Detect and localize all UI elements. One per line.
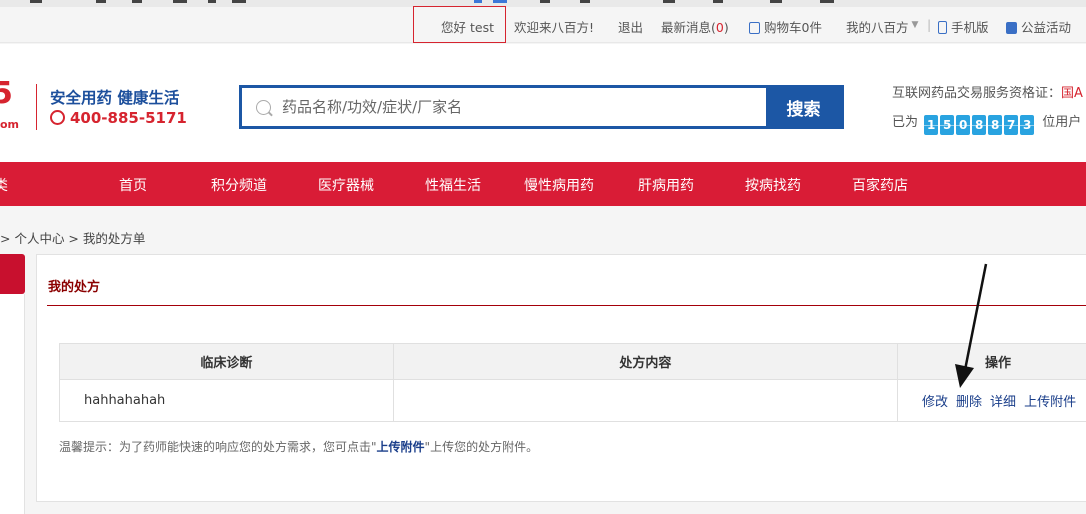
delete-link[interactable]: 删除 — [956, 395, 982, 410]
charity-link[interactable]: 公益活动 — [1006, 17, 1071, 36]
diagnosis-cell: hahhahahah — [59, 379, 394, 422]
main-nav: 类 首页 积分频道 医疗器械 性福生活 慢性病用药 肝病用药 按病找药 百家药店 — [0, 162, 1086, 206]
charity-icon — [1006, 22, 1017, 34]
annotation-arrow — [955, 263, 988, 388]
news-link[interactable]: 最新消息(0) — [661, 17, 729, 36]
tip-upload-link[interactable]: 上传附件 — [377, 440, 425, 454]
page-title: 我的处方 — [48, 280, 101, 295]
table-row: hahhahahah 修改 删除 详细 上传附件 — [59, 379, 1086, 422]
my-account-menu[interactable]: 我的八百方 ▼ — [846, 17, 918, 36]
digit: 5 — [940, 115, 955, 135]
served-counter: 已为 1508873 位用户 — [892, 111, 1081, 135]
digit: 1 — [924, 115, 939, 135]
logout-link[interactable]: 退出 — [618, 17, 643, 36]
served-digits: 1508873 — [924, 115, 1036, 135]
upload-attachment-link[interactable]: 上传附件 — [1024, 395, 1076, 410]
welcome-text: 欢迎来八百方! — [514, 20, 595, 35]
nav-item-pharmacies[interactable]: 百家药店 — [852, 175, 908, 195]
prescription-panel: 我的处方 临床诊断 处方内容 操作 hahhahahah 修改 删除 详细 上传附件 … — [36, 254, 1086, 502]
digit: 0 — [956, 115, 971, 135]
title-divider — [47, 305, 1086, 306]
column-header-diagnosis: 临床诊断 — [59, 343, 394, 380]
column-header-content: 处方内容 — [392, 343, 899, 380]
nav-item-chronic[interactable]: 慢性病用药 — [524, 175, 594, 195]
prescription-table: 临床诊断 处方内容 操作 hahhahahah 修改 删除 详细 上传附件 — [59, 343, 1086, 422]
digit: 8 — [972, 115, 987, 135]
nav-item-category[interactable]: 类 — [0, 175, 8, 195]
cart-link[interactable]: 购物车0件 — [749, 17, 822, 36]
content-cell — [392, 379, 899, 422]
cart-icon — [749, 22, 760, 34]
nav-item-liver[interactable]: 肝病用药 — [638, 175, 694, 195]
table-header-row: 临床诊断 处方内容 操作 — [59, 343, 1086, 380]
site-logo[interactable]: 5 om — [0, 76, 19, 136]
search-input[interactable] — [282, 94, 762, 120]
greeting-text: 您好 test — [441, 20, 494, 35]
nav-item-points[interactable]: 积分频道 — [211, 175, 267, 195]
phone-icon — [938, 21, 947, 34]
browser-strip — [0, 0, 1086, 7]
detail-link[interactable]: 详细 — [990, 395, 1016, 410]
phone-icon — [50, 110, 65, 125]
search-button[interactable]: 搜索 — [766, 88, 841, 126]
sidebar — [0, 294, 25, 514]
digit: 3 — [1020, 115, 1035, 135]
slogan: 安全用药 健康生活 — [50, 89, 180, 107]
nav-item-life[interactable]: 性福生活 — [425, 175, 481, 195]
column-header-actions: 操作 — [897, 343, 1086, 380]
nav-item-home[interactable]: 首页 — [119, 175, 147, 195]
digit: 7 — [1004, 115, 1019, 135]
logo-divider — [36, 84, 37, 130]
sidebar-active-item[interactable] — [0, 254, 25, 294]
actions-cell: 修改 删除 详细 上传附件 — [897, 379, 1086, 422]
mobile-link[interactable]: 手机版 — [938, 17, 989, 36]
search-bar: 搜索 — [239, 85, 844, 129]
edit-link[interactable]: 修改 — [922, 395, 948, 410]
tip-text: 温馨提示：为了药师能快速的响应您的处方需求，您可点击"上传附件"上传您的处方附件… — [59, 440, 539, 454]
nav-item-by-disease[interactable]: 按病找药 — [745, 175, 801, 195]
hotline: 400-885-5171 — [50, 109, 187, 127]
chevron-down-icon: ▼ — [911, 20, 919, 30]
license-info: 互联网药品交易服务资格证：国A — [892, 86, 1083, 101]
breadcrumb: > 个人中心 > 我的处方单 — [0, 231, 146, 246]
top-bar: 您好 test 欢迎来八百方! 退出 最新消息(0) 购物车0件 我的八百方 ▼ … — [0, 0, 1086, 43]
separator: | — [927, 17, 932, 32]
nav-item-devices[interactable]: 医疗器械 — [318, 175, 374, 195]
search-icon — [256, 100, 271, 115]
digit: 8 — [988, 115, 1003, 135]
